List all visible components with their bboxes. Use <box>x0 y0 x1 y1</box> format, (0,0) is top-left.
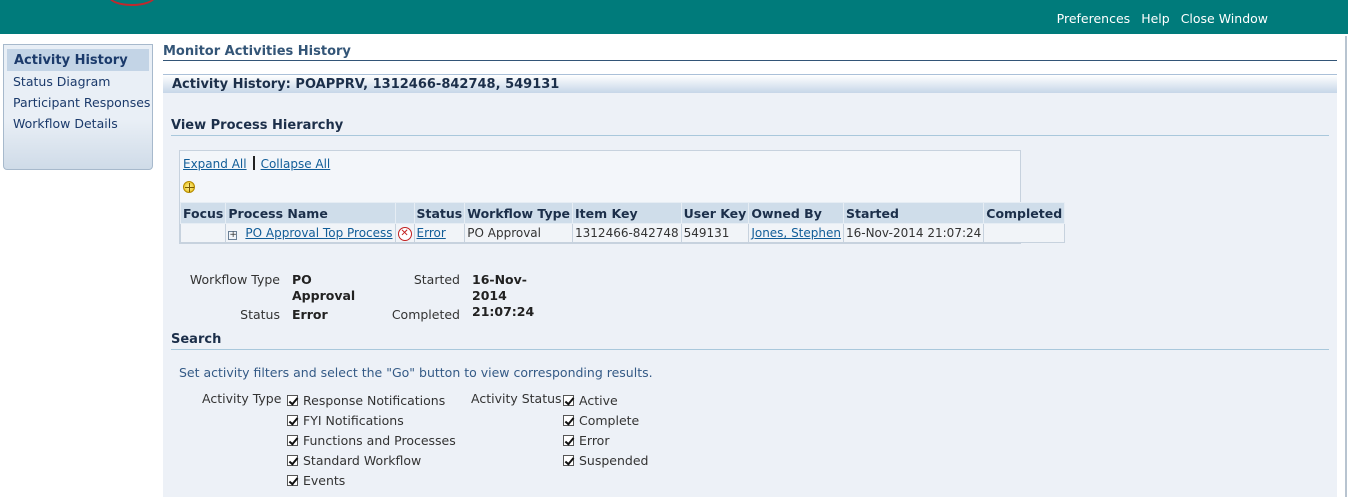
started-value-line1: 16-Nov-2014 <box>472 272 527 303</box>
checkbox-label: FYI Notifications <box>303 413 404 428</box>
filter-fyi-notifications: FYI Notifications <box>287 413 404 428</box>
expand-all-link[interactable]: Expand All <box>183 157 247 171</box>
col-focus: Focus <box>179 202 227 224</box>
hierarchy-title: View Process Hierarchy <box>171 118 1329 136</box>
filter-error: Error <box>563 433 609 448</box>
sidebar-item-status-diagram[interactable]: Status Diagram <box>4 71 152 92</box>
process-table: Focus Process Name Status Workflow Type … <box>179 202 1066 243</box>
main-region: Monitor Activities History Activity Hist… <box>163 44 1337 497</box>
col-completed: Completed <box>983 202 1066 224</box>
checkbox[interactable] <box>287 395 298 406</box>
expand-collapse-bar: Expand All Collapse All <box>180 151 1020 173</box>
checkbox-label: Complete <box>579 413 640 428</box>
workflow-type-value-line1: PO <box>292 272 312 287</box>
checkbox-label: Functions and Processes <box>303 433 456 448</box>
cell-status-icon: ✕ <box>394 223 415 243</box>
preferences-link[interactable]: Preferences <box>1057 11 1131 26</box>
search-description: Set activity filters and select the "Go"… <box>179 365 653 380</box>
separator <box>252 156 255 170</box>
cell-item-key: 1312466-842748 <box>572 223 682 243</box>
workflow-type-label: Workflow Type <box>189 272 280 287</box>
activity-type-label: Activity Type <box>202 391 282 406</box>
process-hierarchy-table: Expand All Collapse All Focus Process Nam… <box>179 150 1066 244</box>
started-value: 16-Nov-2014 21:07:24 <box>472 272 534 320</box>
started-value-line2: 21:07:24 <box>472 304 535 319</box>
checkbox[interactable] <box>287 435 298 446</box>
error-icon: ✕ <box>397 227 412 241</box>
filter-response-notifications: Response Notifications <box>287 393 445 408</box>
table-row: + PO Approval Top Process ✕ Error PO Appr… <box>179 223 1066 243</box>
sidebar-item-workflow-details[interactable]: Workflow Details <box>4 113 152 134</box>
expand-node-icon[interactable]: + <box>228 231 238 240</box>
checkbox[interactable] <box>563 395 574 406</box>
col-owned-by: Owned By <box>748 202 844 224</box>
checkbox[interactable] <box>287 415 298 426</box>
close-window-link[interactable]: Close Window <box>1181 11 1268 26</box>
cell-focus <box>179 223 227 243</box>
checkbox-label: Suspended <box>579 453 649 468</box>
checkbox-label: Error <box>579 433 610 448</box>
filter-active: Active <box>563 393 618 408</box>
window-edge <box>1345 36 1347 497</box>
top-banner: Preferences Help Close Window <box>0 0 1348 34</box>
cell-owned-by: Jones, Stephen <box>748 223 844 243</box>
col-status: Status <box>413 202 466 224</box>
filter-suspended: Suspended <box>563 453 648 468</box>
col-status-icon <box>394 202 415 224</box>
table-header-row: Focus Process Name Status Workflow Type … <box>179 202 1066 224</box>
checkbox[interactable] <box>563 435 574 446</box>
owner-link[interactable]: Jones, Stephen <box>751 226 841 240</box>
filter-complete: Complete <box>563 413 639 428</box>
activity-status-label: Activity Status <box>471 391 562 406</box>
cell-workflow-type: PO Approval <box>464 223 574 243</box>
filter-functions-processes: Functions and Processes <box>287 433 456 448</box>
workflow-type-value-line2: Approval <box>292 288 356 303</box>
brand-logo <box>108 0 156 6</box>
side-navigation: Activity History Status Diagram Particip… <box>3 44 153 170</box>
collapse-all-link[interactable]: Collapse All <box>261 157 331 171</box>
col-started: Started <box>842 202 985 224</box>
completed-label: Completed <box>391 307 460 322</box>
filter-standard-workflow: Standard Workflow <box>287 453 421 468</box>
page-title: Monitor Activities History <box>163 44 1337 61</box>
cell-started: 16-Nov-2014 21:07:24 <box>842 223 985 243</box>
global-links: Preferences Help Close Window <box>1057 11 1268 26</box>
cell-user-key: 549131 <box>680 223 750 243</box>
checkbox[interactable] <box>563 415 574 426</box>
focus-icon[interactable] <box>183 181 195 193</box>
checkbox[interactable] <box>563 455 574 466</box>
cell-status: Error <box>413 223 466 243</box>
workflow-type-value: PO Approval <box>292 272 355 304</box>
process-name-link[interactable]: PO Approval Top Process <box>245 226 392 240</box>
status-error-link[interactable]: Error <box>417 226 446 240</box>
help-link[interactable]: Help <box>1141 11 1170 26</box>
section-header: Activity History: POAPPRV, 1312466-84274… <box>163 74 1337 93</box>
sidebar-item-participant-responses[interactable]: Participant Responses <box>4 92 152 113</box>
checkbox-label: Response Notifications <box>303 393 446 408</box>
sidebar-item-activity-history[interactable]: Activity History <box>7 49 149 71</box>
search-title: Search <box>171 332 1329 350</box>
status-label: Status <box>240 307 280 322</box>
status-value: Error <box>292 307 328 322</box>
content-panel: Activity History: POAPPRV, 1312466-84274… <box>163 74 1337 497</box>
checkbox[interactable] <box>287 455 298 466</box>
col-item-key: Item Key <box>572 202 682 224</box>
col-workflow-type: Workflow Type <box>464 202 574 224</box>
checkbox-label: Events <box>303 473 346 488</box>
col-process-name: Process Name <box>225 202 396 224</box>
col-user-key: User Key <box>680 202 750 224</box>
cell-completed <box>983 223 1066 243</box>
checkbox[interactable] <box>287 475 298 486</box>
cell-process-name: + PO Approval Top Process <box>225 223 396 243</box>
filter-events: Events <box>287 473 345 488</box>
checkbox-label: Standard Workflow <box>303 453 422 468</box>
checkbox-label: Active <box>579 393 618 408</box>
started-label: Started <box>413 272 460 287</box>
